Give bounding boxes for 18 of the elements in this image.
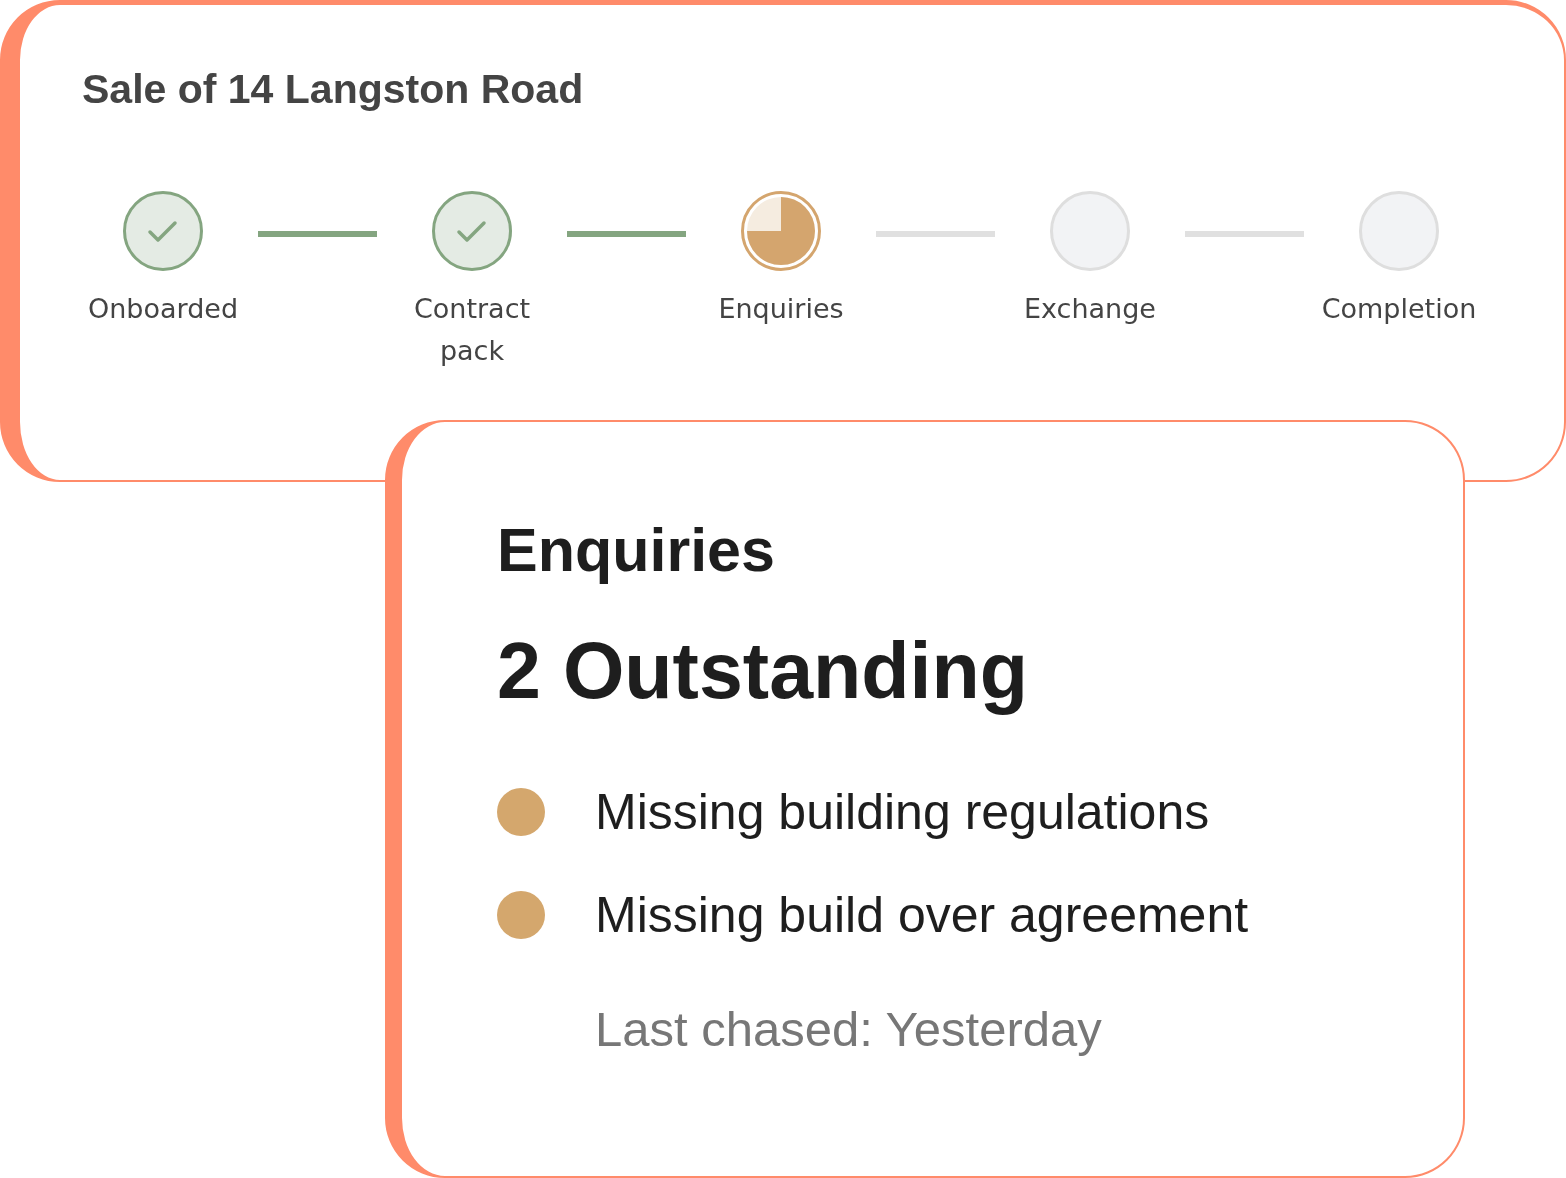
- step-label: Onboarded: [87, 292, 239, 326]
- status-dot-icon: [497, 891, 545, 939]
- status-dot-icon: [497, 788, 545, 836]
- empty-circle-icon: [1359, 191, 1439, 271]
- empty-circle-icon: [1050, 191, 1130, 271]
- issue-text: Missing building regulations: [595, 783, 1210, 842]
- section-heading: Enquiries: [497, 515, 775, 585]
- check-circle-icon: [123, 191, 203, 271]
- step-label: Completion: [1321, 292, 1477, 326]
- card-title: Sale of 14 Langston Road: [82, 66, 584, 113]
- issue-text: Missing build over agreement: [595, 886, 1249, 945]
- check-circle-icon: [432, 191, 512, 271]
- partial-pie-icon: [741, 191, 821, 271]
- outstanding-count: 2 Outstanding: [497, 625, 1029, 716]
- last-chased-text: Last chased: Yesterday: [595, 1001, 1102, 1058]
- step-label: Exchange: [1024, 292, 1156, 326]
- step-label: Enquiries: [718, 292, 844, 326]
- step-label: Contract pack: [412, 292, 532, 368]
